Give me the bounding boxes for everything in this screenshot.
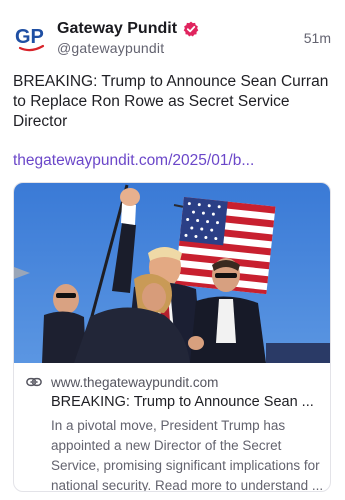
- link-card[interactable]: www.thegatewaypundit.com BREAKING: Trump…: [13, 182, 331, 492]
- post[interactable]: GP Gateway Pundit @gatewaypundit 51m BRE…: [0, 0, 345, 500]
- handle[interactable]: @gatewaypundit: [57, 40, 164, 56]
- link-card-image[interactable]: [14, 183, 330, 363]
- link-card-description: In a pivotal move, President Trump has a…: [51, 418, 324, 492]
- news-photo-image: [14, 183, 330, 363]
- display-name[interactable]: Gateway Pundit: [57, 20, 177, 38]
- avatar-text: GP: [15, 26, 44, 48]
- link-card-domain: www.thegatewaypundit.com: [51, 374, 219, 390]
- post-link[interactable]: thegatewaypundit.com/2025/01/b...: [13, 151, 331, 171]
- domain-row: www.thegatewaypundit.com: [26, 373, 320, 391]
- link-icon: [26, 377, 42, 387]
- post-text: BREAKING: Trump to Announce Sean Curran …: [13, 73, 329, 130]
- gp-logo-icon: GP: [15, 26, 45, 52]
- post-header: GP Gateway Pundit @gatewaypundit 51m: [12, 16, 333, 62]
- avatar[interactable]: GP: [12, 18, 50, 56]
- link-card-title[interactable]: BREAKING: Trump to Announce Sean ...: [26, 393, 322, 412]
- timestamp[interactable]: 51m: [304, 30, 331, 46]
- display-name-row: Gateway Pundit: [57, 18, 199, 40]
- verified-badge-icon: [183, 21, 199, 37]
- link-card-meta: www.thegatewaypundit.com BREAKING: Trump…: [14, 363, 330, 492]
